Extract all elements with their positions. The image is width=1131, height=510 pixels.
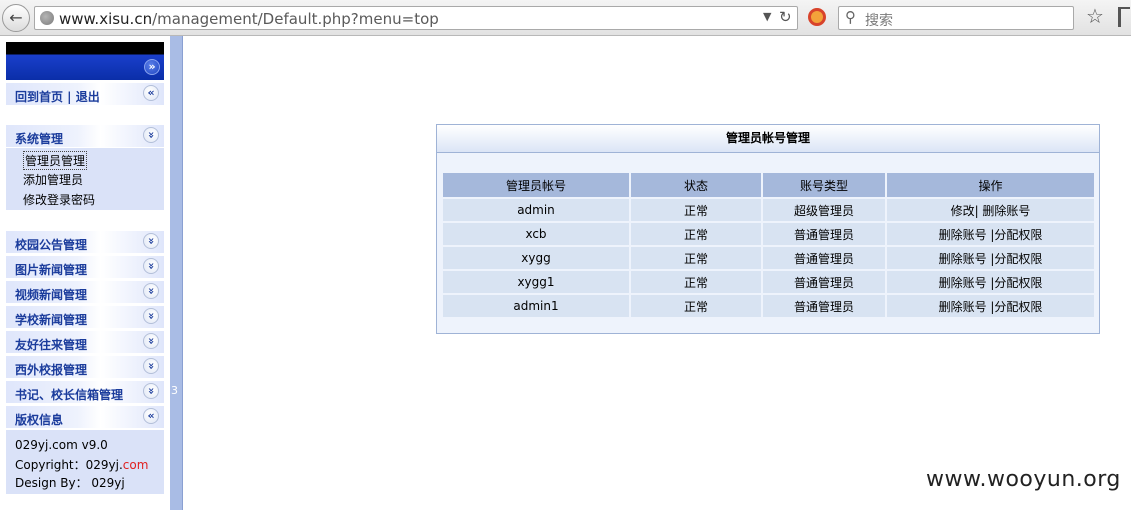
menu-section-video-news[interactable]: 视频新闻管理 » <box>6 281 164 303</box>
menu-home-logout[interactable]: 回到首页 | 退出 « <box>6 83 164 105</box>
menu-section-label: 视频新闻管理 <box>15 288 88 302</box>
menu-banner: » <box>6 42 164 80</box>
chevron-down-icon[interactable]: » <box>143 333 159 349</box>
version-text: 029yj.com v9.0 <box>15 438 108 452</box>
menu-section-label: 西外校报管理 <box>15 363 88 377</box>
watermark: www.wooyun.org <box>926 467 1121 492</box>
chevron-down-icon[interactable]: » <box>143 358 159 374</box>
url-bar[interactable]: www.xisu.cn/management/Default.php?menu=… <box>34 6 798 30</box>
reload-icon[interactable]: ↻ <box>779 8 792 26</box>
chevron-down-icon[interactable]: » <box>143 308 159 324</box>
table-row: xygg1 正常 普通管理员 删除账号 |分配权限 <box>443 271 1094 293</box>
menu-section-label: 友好往来管理 <box>15 338 88 352</box>
table-row: xygg 正常 普通管理员 删除账号 |分配权限 <box>443 247 1094 269</box>
cell-status: 正常 <box>631 223 761 245</box>
library-icon[interactable] <box>1118 7 1130 27</box>
cell-type: 普通管理员 <box>763 223 885 245</box>
admin-table: 管理员帐号 状态 账号类型 操作 admin 正常 超级管理员 修改| 删除账号… <box>441 171 1096 319</box>
menu-section-newspaper[interactable]: 西外校报管理 » <box>6 356 164 378</box>
menu-section-exchange[interactable]: 友好往来管理 » <box>6 331 164 353</box>
col-header-status: 状态 <box>631 173 761 197</box>
menu-section-label: 书记、校长信箱管理 <box>15 388 124 402</box>
cell-type: 普通管理员 <box>763 295 885 317</box>
home-logout-link[interactable]: 回到首页 | 退出 <box>15 88 100 105</box>
chevron-down-icon[interactable]: » <box>143 383 159 399</box>
url-text: www.xisu.cn/management/Default.php?menu=… <box>59 10 439 28</box>
search-bar[interactable]: ⚲ 搜索 <box>838 6 1074 30</box>
chevron-left-icon[interactable]: « <box>143 85 159 101</box>
collapse-all-icon[interactable]: » <box>144 59 160 75</box>
cell-actions[interactable]: 删除账号 |分配权限 <box>887 223 1094 245</box>
cell-account: xcb <box>443 223 629 245</box>
cell-actions[interactable]: 删除账号 |分配权限 <box>887 271 1094 293</box>
table-row: admin 正常 超级管理员 修改| 删除账号 <box>443 199 1094 221</box>
cell-account: xygg <box>443 247 629 269</box>
bookmark-star-icon[interactable]: ☆ <box>1086 4 1104 28</box>
table-header-row: 管理员帐号 状态 账号类型 操作 <box>443 173 1094 197</box>
menu-system-label: 系统管理 <box>15 132 64 146</box>
cell-actions[interactable]: 删除账号 |分配权限 <box>887 247 1094 269</box>
table-row: admin1 正常 普通管理员 删除账号 |分配权限 <box>443 295 1094 317</box>
cell-status: 正常 <box>631 247 761 269</box>
adblock-icon[interactable] <box>808 8 826 26</box>
back-arrow-icon: ← <box>9 8 23 27</box>
menu-section-label: 校园公告管理 <box>15 238 88 252</box>
cell-actions[interactable]: 删除账号 |分配权限 <box>887 295 1094 317</box>
menu-section-photo-news[interactable]: 图片新闻管理 » <box>6 256 164 278</box>
search-icon: ⚲ <box>845 8 856 26</box>
browser-toolbar: ← www.xisu.cn/management/Default.php?men… <box>0 0 1131 36</box>
cell-type: 超级管理员 <box>763 199 885 221</box>
copyright-text: Copyright：029yj.com <box>15 458 149 472</box>
design-text: Design By： 029yj <box>15 476 125 490</box>
submenu-change-password[interactable]: 修改登录密码 <box>23 191 95 208</box>
admin-account-panel: 管理员帐号管理 管理员帐号 状态 账号类型 操作 admin 正常 超级管理员 … <box>436 124 1100 334</box>
menu-section-label: 版权信息 <box>15 413 64 427</box>
menu-section-label: 学校新闻管理 <box>15 313 88 327</box>
frame-divider[interactable] <box>170 36 183 510</box>
url-dropdown-icon[interactable]: ▼ <box>763 10 771 23</box>
menu-section-copyright[interactable]: 版权信息 « <box>6 406 164 428</box>
menu-section-school-news[interactable]: 学校新闻管理 » <box>6 306 164 328</box>
cell-account: admin <box>443 199 629 221</box>
col-header-actions: 操作 <box>887 173 1094 197</box>
chevron-down-icon[interactable]: » <box>143 258 159 274</box>
chevron-down-icon[interactable]: » <box>143 283 159 299</box>
submenu-admin-manage[interactable]: 管理员管理 <box>23 151 88 170</box>
cell-account: admin1 <box>443 295 629 317</box>
cell-type: 普通管理员 <box>763 247 885 269</box>
menu-section-notice[interactable]: 校园公告管理 » <box>6 231 164 253</box>
menu-section-mailbox[interactable]: 书记、校长信箱管理 » <box>6 381 164 403</box>
copyright-info: 029yj.com v9.0 Copyright：029yj.com Desig… <box>6 430 164 494</box>
cell-status: 正常 <box>631 295 761 317</box>
cell-status: 正常 <box>631 199 761 221</box>
search-placeholder: 搜索 <box>865 13 893 29</box>
panel-title: 管理员帐号管理 <box>437 125 1099 153</box>
cell-actions[interactable]: 修改| 删除账号 <box>887 199 1094 221</box>
cell-status: 正常 <box>631 271 761 293</box>
chevron-left-icon[interactable]: « <box>143 408 159 424</box>
col-header-type: 账号类型 <box>763 173 885 197</box>
cell-account: xygg1 <box>443 271 629 293</box>
back-button[interactable]: ← <box>2 4 30 32</box>
table-row: xcb 正常 普通管理员 删除账号 |分配权限 <box>443 223 1094 245</box>
menu-section-label: 图片新闻管理 <box>15 263 88 277</box>
globe-icon <box>40 11 54 25</box>
system-submenu: 管理员管理 添加管理员 修改登录密码 <box>6 148 164 210</box>
col-header-account: 管理员帐号 <box>443 173 629 197</box>
submenu-add-admin[interactable]: 添加管理员 <box>23 171 83 188</box>
chevron-down-icon[interactable]: » <box>143 233 159 249</box>
menu-system[interactable]: 系统管理 » <box>6 125 164 147</box>
cell-type: 普通管理员 <box>763 271 885 293</box>
divider-mark: 3 <box>171 384 178 397</box>
chevron-down-icon[interactable]: » <box>143 127 159 143</box>
